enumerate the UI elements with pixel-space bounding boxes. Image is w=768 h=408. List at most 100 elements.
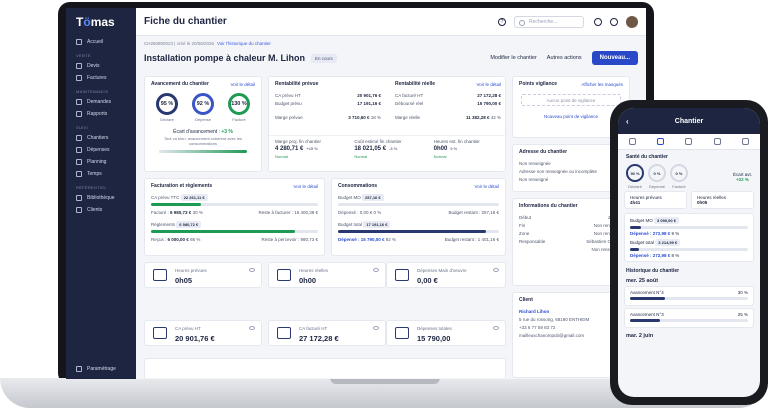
status-badge: Normal: [275, 154, 288, 159]
document-icon: [76, 63, 82, 69]
wallet-icon: [76, 147, 82, 153]
tab-info-icon[interactable]: [628, 138, 636, 145]
history-link[interactable]: Voir l'historique du chantier: [217, 41, 271, 46]
show-hidden-link[interactable]: Afficher les masqués: [581, 82, 623, 87]
new-button[interactable]: Nouveau...: [591, 51, 638, 65]
sidebar-item-accueil[interactable]: Accueil: [66, 36, 136, 48]
phone-rings: 90 % Déclaré 0 % Dépensé 0 % Facturé: [626, 164, 688, 189]
billing-card: Facturation et règlements Voir le détail …: [144, 178, 325, 256]
sidebar-item-rapports[interactable]: Rapports: [66, 108, 136, 120]
kpi-card: Dépenses totales 15 790,00: [386, 320, 506, 346]
progress-rings: 95 % Déclaré 92 % Dépensé 130 % Facturé: [145, 91, 261, 124]
tab-team-icon[interactable]: [685, 138, 693, 145]
phone-hours-planned: Heures prévues 4h41: [624, 191, 687, 209]
wrench-icon: [76, 99, 82, 105]
projection-cell: Coût estimé fin chantier 18 021,05 € -3 % N…: [348, 135, 428, 159]
chantier-title: Installation pompe à chaleur M. Lihon: [144, 53, 306, 63]
history-date: mer. 25 août: [626, 278, 659, 284]
eye-icon[interactable]: [493, 326, 499, 330]
eye-icon[interactable]: [249, 326, 255, 330]
nav-group-label: RÉFÉRENTIEL: [76, 185, 107, 190]
gap-slider: [159, 150, 247, 153]
history-entry[interactable]: Avancement N°3 25 %: [624, 308, 754, 328]
progress-ring: 95 % Déclaré: [156, 93, 178, 122]
projection-cell: Heures est. fin chantier 0h00 0 % Normal: [427, 135, 507, 159]
consumption-detail-link[interactable]: Voir le détail: [474, 184, 499, 189]
sidebar-nav: Accueil VENTE Devis Factures MAINTENANCE Dema…: [66, 36, 136, 216]
breadcrumb: CH260800023 | créé le 20/08/2026 Voir l'…: [144, 40, 271, 46]
bottom-card: [144, 358, 506, 378]
tab-docs-icon[interactable]: [713, 138, 721, 145]
projection-cell: Marge proj. fin chantier 4 280,71 € +15 % N…: [269, 135, 349, 159]
rentability-card: Rentabilité prévue CA prévu HT 20 901,76 …: [268, 76, 507, 172]
hours-icon: [395, 269, 409, 281]
avatar[interactable]: [626, 15, 638, 28]
book-icon: [76, 195, 82, 201]
phone-hours-real: Heures réelles 0h05: [691, 191, 754, 209]
progress-ring: 130 % Facturé: [228, 93, 250, 122]
billing-detail-link[interactable]: Voir le détail: [293, 184, 318, 189]
eye-icon[interactable]: [493, 268, 499, 272]
building-icon: [76, 135, 82, 141]
sidebar-item-bibliothque[interactable]: Bibliothèque: [66, 192, 136, 204]
settings-icon: [76, 366, 82, 372]
nav-group-label: MAINTENANCE: [76, 89, 109, 94]
rentab-detail-link[interactable]: Voir le détail: [476, 82, 501, 87]
megaphone-icon[interactable]: [594, 17, 602, 26]
back-icon[interactable]: ‹: [626, 117, 629, 126]
sidebar-item-chantiers[interactable]: Chantiers: [66, 132, 136, 144]
sidebar-item-devis[interactable]: Devis: [66, 60, 136, 72]
help-icon[interactable]: ?: [498, 17, 506, 26]
report-icon: [76, 111, 82, 117]
history-entry[interactable]: Avancement N°4 30 %: [624, 286, 754, 306]
app-logo[interactable]: Tö mas: [66, 8, 136, 36]
expenses-icon: [395, 327, 409, 339]
nav-group-label: VENTE: [76, 53, 91, 58]
status-badge: En cours: [311, 53, 337, 63]
clipboard-icon: [153, 269, 167, 281]
other-actions-dropdown[interactable]: Autres actions: [547, 55, 582, 61]
kpi-card: CA prévu HT 20 901,76 €: [144, 320, 262, 346]
page-title: Fiche du chantier: [144, 16, 227, 27]
projection-row: Marge proj. fin chantier 4 280,71 € +15 % N…: [269, 135, 507, 159]
sidebar-item-planning[interactable]: Planning: [66, 156, 136, 168]
sidebar-item-clients[interactable]: Clients: [66, 204, 136, 216]
sidebar-item-temps[interactable]: Temps: [66, 168, 136, 180]
clock-icon: [76, 171, 82, 177]
kpi-card: Heures prévues 0h05: [144, 262, 262, 288]
search-input[interactable]: Recherche...: [514, 15, 584, 28]
kpi-card: CA facturé HT 27 172,28 €: [268, 320, 386, 346]
status-badge: Normal: [354, 154, 368, 159]
eye-icon[interactable]: [373, 268, 379, 272]
calendar-icon: [76, 159, 82, 165]
sidebar-item-dpenses[interactable]: Dépenses: [66, 144, 136, 156]
eye-icon[interactable]: [373, 326, 379, 330]
progress-card: Avancement du chantier Voir le détail 95 …: [144, 76, 262, 172]
eye-icon[interactable]: [249, 268, 255, 272]
phone-budget-card: Budget MO 3 090,00 € Dépensé : 272,98 € …: [624, 213, 754, 262]
kpi-card: Heures réelles 0h00: [268, 262, 386, 288]
sidebar-item-factures[interactable]: Factures: [66, 72, 136, 84]
tab-link-icon[interactable]: [742, 138, 750, 145]
main-content: CH260800023 | créé le 20/08/2026 Voir l'…: [144, 38, 642, 378]
sidebar: Tö mas Accueil VENTE Devis Factures MAINTENAN…: [66, 8, 136, 379]
mo-budget-progress: [338, 203, 499, 206]
topbar: Fiche du chantier ? Recherche...: [136, 8, 646, 36]
progress-ring: 92 % Dépensé: [192, 93, 214, 122]
phone-header: ‹ Chantier: [618, 108, 760, 134]
kpi-card: Dépenses Main d'oeuvre 0,00 €: [386, 262, 506, 288]
sidebar-item-settings[interactable]: Paramétrage: [66, 363, 116, 375]
sidebar-item-demandes[interactable]: Demandes: [66, 96, 136, 108]
invoice-icon: [76, 75, 82, 81]
users-icon: [76, 207, 82, 213]
bell-icon[interactable]: [610, 17, 618, 26]
desktop-screen: Tö mas Accueil VENTE Devis Factures MAINTENAN…: [66, 8, 646, 379]
tab-health-icon[interactable]: [657, 138, 665, 145]
phone-tabs: [618, 134, 760, 150]
history-date: mar. 2 juin: [626, 333, 654, 339]
edit-chantier-button[interactable]: Modifier le chantier: [490, 55, 536, 61]
progress-detail-link[interactable]: Voir le détail: [230, 82, 255, 87]
received-progress: [151, 230, 318, 233]
money-icon: [153, 327, 167, 339]
phone-ring: 0 % Dépensé: [648, 164, 666, 189]
